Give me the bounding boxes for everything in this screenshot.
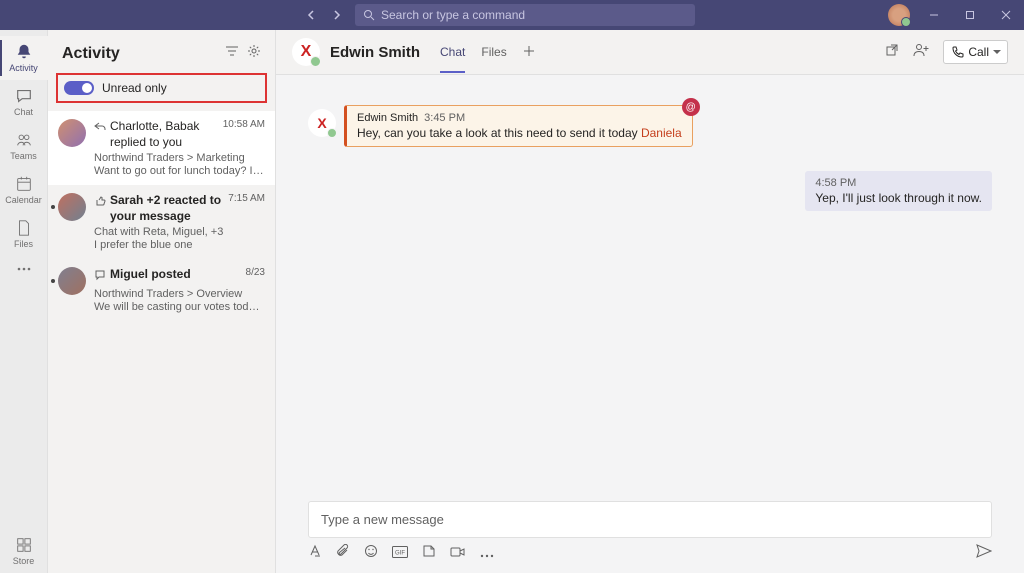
activity-meta: Northwind Traders > Overview [94,288,265,300]
activity-preview: Want to go out for lunch today? It's my.… [94,165,265,177]
reply-icon [94,120,106,138]
avatar [58,119,86,147]
message-text: Yep, I'll just look through it now. [815,191,982,205]
message-time: 4:58 PM [815,177,982,189]
chat-title: Edwin Smith [330,44,420,61]
message-bubble[interactable]: @ Edwin Smith3:45 PM Hey, can you take a… [344,105,693,147]
message-mention: Daniela [641,126,682,140]
compose-area: Type a new message GIF [276,493,1024,573]
activity-time: 10:58 AM [223,119,265,130]
maximize-button[interactable] [958,3,982,27]
chat-content: X Edwin Smith Chat Files Call X @ [276,30,1024,573]
avatar [58,267,86,295]
compose-input[interactable]: Type a new message [308,501,992,538]
rail-activity[interactable]: Activity [0,36,48,80]
nav-forward-button[interactable] [325,4,347,26]
nav-back-button[interactable] [301,4,323,26]
more-icon [17,267,31,271]
search-icon [363,9,375,21]
send-icon [976,544,992,558]
rail-chat[interactable]: Chat [0,80,48,124]
message-time: 3:45 PM [424,112,465,124]
call-button[interactable]: Call [943,40,1008,64]
activity-meta: Northwind Traders > Marketing [94,152,265,164]
activity-preview: I prefer the blue one [94,239,265,251]
app-rail: Activity Chat Teams Calendar Files Store [0,30,48,573]
add-tab-button[interactable] [523,31,535,73]
message-incoming: X @ Edwin Smith3:45 PM Hey, can you take… [308,105,992,147]
gif-button[interactable]: GIF [392,545,408,563]
store-icon [15,536,33,554]
mention-badge-icon: @ [682,98,700,116]
activity-time: 7:15 AM [228,193,265,204]
bell-icon [15,43,33,61]
minimize-button[interactable] [922,3,946,27]
settings-button[interactable] [247,44,261,63]
format-button[interactable] [308,544,322,563]
activity-item[interactable]: Charlotte, Babak replied to you 10:58 AM… [48,111,275,185]
paperclip-icon [336,544,350,558]
filter-button[interactable] [225,44,239,63]
activity-item[interactable]: Sarah +2 reacted to your message 7:15 AM… [48,185,275,259]
activity-title: Sarah +2 reacted to your message [110,193,222,224]
add-people-button[interactable] [913,43,929,62]
activity-title: Charlotte, Babak replied to you [110,119,217,150]
unread-only-row: Unread only [56,73,267,103]
attach-button[interactable] [336,544,350,563]
avatar [58,193,86,221]
activity-preview: We will be casting our votes today, ever… [94,301,265,313]
title-bar: Search or type a command [0,0,1024,30]
rail-files[interactable]: Files [0,212,48,256]
message-outgoing: 4:58 PM Yep, I'll just look through it n… [308,171,992,211]
like-icon [94,194,106,212]
activity-item[interactable]: Miguel posted 8/23 Northwind Traders > O… [48,259,275,321]
message-text: Hey, can you take a look at this need to… [357,126,641,140]
search-placeholder: Search or type a command [381,8,525,22]
tab-chat[interactable]: Chat [440,31,465,73]
meeting-button[interactable] [450,545,466,563]
current-user-avatar[interactable] [888,4,910,26]
rail-calendar[interactable]: Calendar [0,168,48,212]
search-input[interactable]: Search or type a command [355,4,695,26]
popout-button[interactable] [885,43,899,62]
rail-more[interactable] [0,256,48,284]
sticker-button[interactable] [422,544,436,563]
chat-icon [15,87,33,105]
smile-icon [364,544,378,558]
gear-icon [247,44,261,58]
activity-title: Miguel posted [110,267,240,283]
svg-text:GIF: GIF [395,550,405,556]
tab-files[interactable]: Files [481,31,506,73]
panel-title: Activity [62,45,217,63]
send-button[interactable] [976,544,992,563]
activity-time: 8/23 [246,267,265,278]
unread-only-label: Unread only [102,81,167,95]
calendar-icon [15,175,33,193]
message-bubble[interactable]: 4:58 PM Yep, I'll just look through it n… [805,171,992,211]
unread-only-toggle[interactable] [64,81,94,95]
emoji-button[interactable] [364,544,378,563]
chat-avatar: X [292,38,320,66]
activity-meta: Chat with Reta, Miguel, +3 [94,226,265,238]
rail-store[interactable]: Store [0,529,48,573]
rail-teams[interactable]: Teams [0,124,48,168]
chat-icon [94,268,106,286]
activity-panel: Activity Unread only Charlotte, Babak re… [48,30,276,573]
close-button[interactable] [994,3,1018,27]
unread-indicator [51,279,55,283]
unread-indicator [51,205,55,209]
message-avatar: X [308,109,336,137]
chat-header: X Edwin Smith Chat Files Call [276,30,1024,75]
phone-icon [952,46,964,58]
message-sender: Edwin Smith [357,112,418,124]
more-compose-button[interactable] [480,545,494,563]
teams-icon [15,131,33,149]
files-icon [15,219,33,237]
